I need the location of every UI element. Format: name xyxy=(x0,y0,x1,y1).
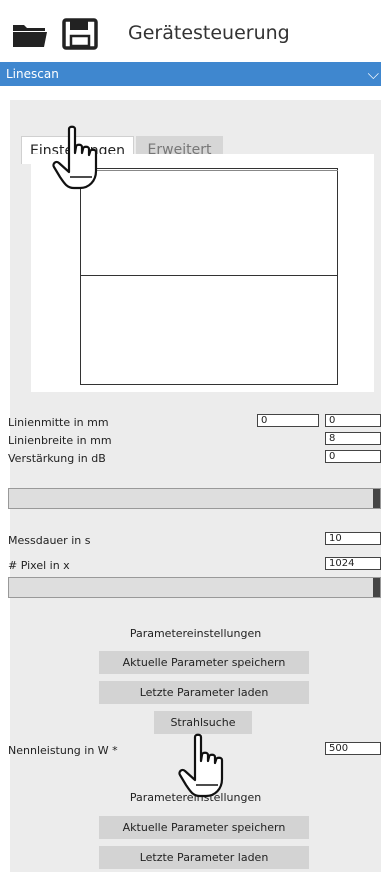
preview-center-line xyxy=(80,275,338,276)
pixel-label: # Pixel in x xyxy=(8,559,70,572)
app-title: Gerätesteuerung xyxy=(128,22,290,44)
line-preview-frame xyxy=(80,168,338,385)
folder-icon[interactable] xyxy=(12,20,48,48)
hand-pointer-icon xyxy=(178,733,224,798)
linienmitte-input-1[interactable]: 0 xyxy=(257,414,319,427)
save-icon[interactable] xyxy=(62,18,98,50)
load-parameters-button-2[interactable]: Letzte Parameter laden xyxy=(99,846,309,869)
linienmitte-label: Linienmitte in mm xyxy=(8,416,109,429)
hand-pointer-icon xyxy=(52,125,98,190)
linienmitte-input-2[interactable]: 0 xyxy=(325,414,381,427)
mode-select[interactable]: Linescan ⌵ xyxy=(0,62,381,86)
save-parameters-button-2[interactable]: Aktuelle Parameter speichern xyxy=(99,816,309,839)
linienbreite-label: Linienbreite in mm xyxy=(8,434,112,447)
nennleistung-input[interactable]: 500 xyxy=(325,742,381,755)
mode-select-value: Linescan xyxy=(6,67,59,81)
chevron-down-icon: ⌵ xyxy=(367,65,379,83)
messdauer-label: Messdauer in s xyxy=(8,534,91,547)
nennleistung-label: Nennleistung in W * xyxy=(8,744,118,757)
load-parameters-button[interactable]: Letzte Parameter laden xyxy=(99,681,309,704)
pixel-slider[interactable] xyxy=(8,577,381,598)
linienbreite-input[interactable]: 8 xyxy=(325,432,381,445)
verstaerkung-input[interactable]: 0 xyxy=(325,450,381,463)
preview-top-line xyxy=(80,170,338,171)
slider-thumb[interactable] xyxy=(373,578,380,597)
verstaerkung-slider[interactable] xyxy=(8,488,381,509)
strahlsuche-button[interactable]: Strahlsuche xyxy=(154,711,252,734)
messdauer-input[interactable]: 10 xyxy=(325,532,381,545)
save-parameters-button[interactable]: Aktuelle Parameter speichern xyxy=(99,651,309,674)
verstaerkung-label: Verstärkung in dB xyxy=(8,452,106,465)
parameter-section-title: Parametereinstellungen xyxy=(129,627,262,640)
slider-thumb[interactable] xyxy=(373,489,380,508)
pixel-input[interactable]: 1024 xyxy=(325,557,381,570)
